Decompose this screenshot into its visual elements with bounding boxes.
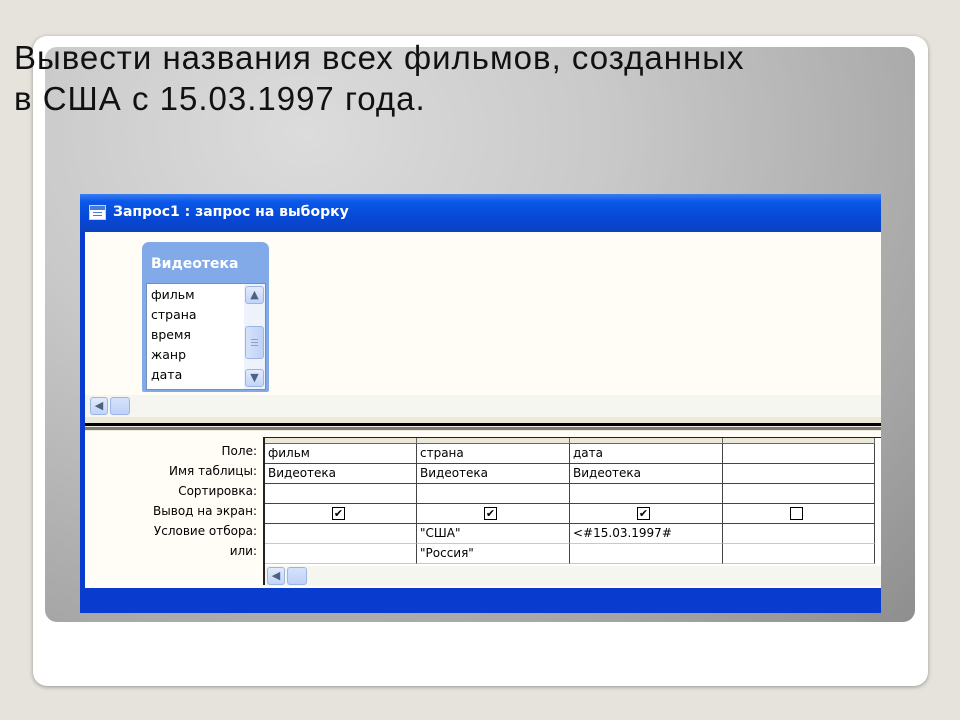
query-icon (89, 205, 106, 220)
show-checkbox[interactable] (790, 507, 803, 520)
grid-cell-sort[interactable] (723, 484, 875, 504)
grid-cell-show (723, 504, 875, 524)
field-item[interactable]: дата (151, 365, 182, 385)
show-checkbox[interactable]: ✔ (637, 507, 650, 520)
field-list-scrollbar[interactable]: ▲ ▼ (244, 284, 265, 389)
window-title: Запрос1 : запрос на выборку (113, 204, 349, 220)
grid-cell-or[interactable]: "Россия" (417, 544, 570, 564)
field-item[interactable]: фильм (151, 285, 195, 305)
grid-cell-criteria[interactable]: "США" (417, 524, 570, 544)
field-item[interactable]: жанр (151, 345, 186, 365)
table-box-videoteka[interactable]: Видеотека фильм страна время жанр дата ▲… (142, 242, 269, 392)
grid-cell-or[interactable] (723, 544, 875, 564)
grid-cell-or[interactable] (265, 544, 417, 564)
grid-cell-or[interactable] (570, 544, 723, 564)
grid-cell-show: ✔ (265, 504, 417, 524)
grid-cell-field[interactable]: страна (417, 444, 570, 464)
grid-cell-show: ✔ (417, 504, 570, 524)
row-label-or: или: (229, 544, 257, 558)
scrollbar-thumb[interactable] (245, 326, 264, 359)
grid-cell-table[interactable]: Видеотека (265, 464, 417, 484)
show-checkbox[interactable]: ✔ (332, 507, 345, 520)
grid-cell-criteria[interactable]: <#15.03.1997# (570, 524, 723, 544)
grid-cell-table[interactable] (723, 464, 875, 484)
scrollbar-thumb[interactable] (110, 397, 130, 415)
chevron-up-icon[interactable]: ▲ (245, 286, 264, 304)
grid-cell-show: ✔ (570, 504, 723, 524)
row-label-sort: Сортировка: (178, 484, 257, 498)
design-grid-pane: Поле: Имя таблицы: Сортировка: Вывод на … (85, 431, 881, 588)
row-label-criteria: Условие отбора: (153, 524, 257, 538)
grid-cell-criteria[interactable] (723, 524, 875, 544)
grid-cell-field[interactable]: дата (570, 444, 723, 464)
table-box-title: Видеотека (151, 256, 239, 272)
grid-hscroll[interactable]: ◀ (265, 566, 881, 586)
grid-cell-field[interactable]: фильм (265, 444, 417, 464)
chevron-down-icon[interactable]: ▼ (245, 369, 264, 387)
grid-cell-sort[interactable] (265, 484, 417, 504)
chevron-left-icon[interactable]: ◀ (90, 397, 108, 415)
scrollbar-thumb[interactable] (287, 567, 307, 585)
grid-cell-sort[interactable] (570, 484, 723, 504)
grid-cell-table[interactable]: Видеотека (570, 464, 723, 484)
row-label-show: Вывод на экран: (153, 504, 257, 518)
query-window: Запрос1 : запрос на выборку Видеотека фи… (80, 194, 881, 613)
slide-title: Вывести названия всех фильмов, созданных… (14, 39, 745, 117)
grid-cell-table[interactable]: Видеотека (417, 464, 570, 484)
window-bottom-frame (80, 588, 881, 613)
pane-splitter[interactable] (85, 417, 881, 431)
field-item[interactable]: время (151, 325, 191, 345)
query-design-grid: фильм страна дата Видеотека Видеотека Ви… (263, 437, 881, 586)
grid-cell-field[interactable] (723, 444, 875, 464)
field-item[interactable]: страна (151, 305, 197, 325)
row-label-field: Поле: (221, 444, 257, 458)
grid-cell-criteria[interactable] (265, 524, 417, 544)
chevron-left-icon[interactable]: ◀ (267, 567, 285, 585)
window-titlebar[interactable]: Запрос1 : запрос на выборку (80, 194, 881, 232)
table-pane-hscroll[interactable]: ◀ (85, 395, 881, 417)
show-checkbox[interactable]: ✔ (484, 507, 497, 520)
grid-cell-sort[interactable] (417, 484, 570, 504)
field-list[interactable]: фильм страна время жанр дата ▲ ▼ (146, 283, 266, 390)
row-label-table: Имя таблицы: (169, 464, 257, 478)
